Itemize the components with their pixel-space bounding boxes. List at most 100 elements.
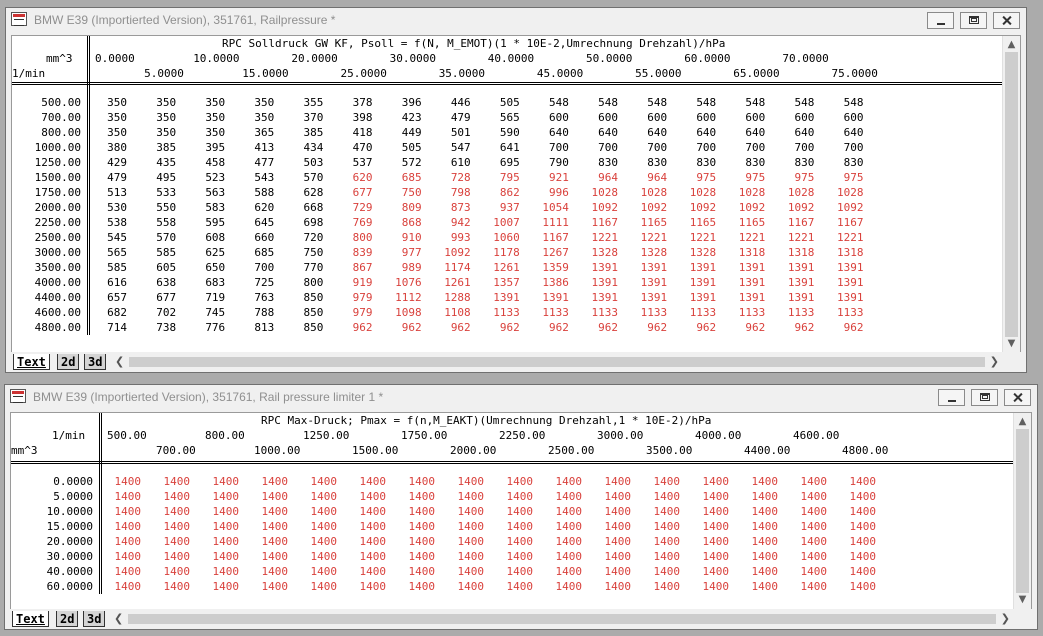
table-cell: 1400 [163, 550, 191, 563]
row-header: 1000.00 [34, 141, 81, 154]
map-table-area[interactable]: RPC Solldruck GW KF, Psoll = f(N, M_EMOT… [11, 35, 1021, 354]
tab-text[interactable]: Text [13, 354, 50, 370]
scroll-right-icon[interactable]: ❯ [990, 354, 999, 370]
scroll-left-icon[interactable]: ❮ [114, 611, 123, 627]
column-header: 1000.00 [254, 444, 301, 457]
table-cell: 1400 [310, 520, 338, 533]
table-cell: 996 [549, 186, 569, 199]
table-cell: 1400 [751, 505, 779, 518]
row-header: 700.00 [41, 111, 81, 124]
tab-3d[interactable]: 3d [84, 354, 107, 370]
close-icon[interactable] [993, 12, 1020, 29]
tab-text[interactable]: Text [12, 611, 49, 627]
table-cell: 993 [450, 231, 471, 244]
table-cell: 1261 [493, 261, 520, 274]
table-cell: 370 [303, 111, 324, 124]
row-header: 15.0000 [46, 520, 93, 533]
title-bar[interactable]: BMW E39 (Importierted Version), 351761, … [6, 8, 1026, 32]
table-cell: 600 [843, 111, 864, 124]
vertical-scrollbar[interactable]: ▲ ▼ [1013, 413, 1031, 609]
table-cell: 600 [647, 111, 668, 124]
map-table-area[interactable]: RPC Max-Druck; Pmax = f(n,M_EAKT)(Umrech… [10, 412, 1032, 610]
table-cell: 650 [205, 261, 226, 274]
table-cell: 830 [647, 156, 668, 169]
table-cell: 470 [352, 141, 373, 154]
table-cell: 714 [107, 321, 127, 334]
railpressure-window[interactable]: BMW E39 (Importierted Version), 351761, … [5, 7, 1027, 373]
table-cell: 616 [107, 276, 127, 289]
table-cell: 585 [107, 261, 127, 274]
close-icon[interactable] [1004, 389, 1031, 406]
table-cell: 1391 [837, 261, 864, 274]
tab-2d[interactable]: 2d [57, 354, 80, 370]
table-cell: 350 [107, 126, 127, 139]
hscroll-thumb[interactable] [128, 614, 996, 624]
scroll-thumb[interactable] [1005, 52, 1018, 337]
row-header: 2500.00 [34, 231, 81, 244]
hscroll-thumb[interactable] [129, 357, 985, 367]
table-cell: 964 [598, 171, 618, 184]
table-cell: 937 [499, 201, 520, 214]
table-cell: 640 [549, 126, 569, 139]
scroll-thumb[interactable] [1016, 429, 1029, 593]
restore-icon[interactable] [960, 12, 987, 29]
table-cell: 763 [254, 291, 275, 304]
table-cell: 503 [303, 156, 324, 169]
table-cell: 1288 [444, 291, 471, 304]
tab-2d[interactable]: 2d [56, 611, 79, 627]
table-cell: 1221 [738, 231, 766, 244]
window-title: BMW E39 (Importierted Version), 351761, … [34, 13, 336, 27]
table-cell: 1400 [408, 490, 436, 503]
scroll-up-icon[interactable]: ▲ [1003, 39, 1020, 51]
column-header: 2500.00 [548, 444, 595, 457]
table-cell: 640 [647, 126, 668, 139]
table-cell: 1400 [702, 490, 730, 503]
scroll-right-icon[interactable]: ❯ [1001, 611, 1010, 627]
title-bar[interactable]: BMW E39 (Importierted Version), 351761, … [5, 385, 1037, 409]
table-cell: 1400 [702, 505, 730, 518]
table-cell: 446 [450, 96, 471, 109]
rail-pressure-limiter-window[interactable]: BMW E39 (Importierted Version), 351761, … [4, 384, 1038, 630]
table-cell: 350 [156, 126, 177, 139]
restore-icon[interactable] [971, 389, 998, 406]
table-cell: 1400 [506, 580, 534, 593]
axis-divider [101, 413, 102, 594]
tab-3d[interactable]: 3d [83, 611, 106, 627]
horizontal-scrollbar[interactable]: ❮ ❯ [110, 611, 1014, 627]
row-header: 2250.00 [34, 216, 81, 229]
scroll-down-icon[interactable]: ▼ [1014, 594, 1031, 606]
vertical-scrollbar[interactable]: ▲ ▼ [1002, 36, 1020, 353]
table-cell: 385 [156, 141, 177, 154]
table-cell: 1400 [800, 490, 828, 503]
scroll-down-icon[interactable]: ▼ [1003, 338, 1020, 350]
table-cell: 745 [205, 306, 226, 319]
scroll-up-icon[interactable]: ▲ [1014, 416, 1031, 428]
table-cell: 1400 [506, 505, 534, 518]
table-cell: 565 [107, 246, 127, 259]
minimize-icon[interactable] [938, 389, 965, 406]
table-cell: 350 [107, 96, 127, 109]
table-cell: 547 [450, 141, 471, 154]
table-cell: 964 [647, 171, 668, 184]
table-cell: 1400 [555, 580, 583, 593]
table-cell: 962 [745, 321, 766, 334]
column-header: 700.00 [156, 444, 196, 457]
table-cell: 1092 [738, 201, 766, 214]
app-icon [11, 12, 27, 26]
horizontal-scrollbar[interactable]: ❮ ❯ [111, 354, 1003, 370]
table-cell: 1174 [444, 261, 471, 274]
row-header: 4000.00 [34, 276, 81, 289]
table-cell: 790 [549, 156, 569, 169]
table-cell: 1060 [493, 231, 520, 244]
table-cell: 1092 [591, 201, 619, 214]
row-header: 5.0000 [53, 490, 93, 503]
table-cell: 1318 [738, 246, 766, 259]
table-cell: 1400 [359, 475, 387, 488]
table-cell: 1400 [555, 535, 583, 548]
scroll-left-icon[interactable]: ❮ [115, 354, 124, 370]
table-cell: 1400 [114, 490, 142, 503]
table-cell: 962 [843, 321, 864, 334]
table-cell: 1391 [689, 276, 717, 289]
minimize-icon[interactable] [927, 12, 954, 29]
table-cell: 1391 [689, 261, 717, 274]
